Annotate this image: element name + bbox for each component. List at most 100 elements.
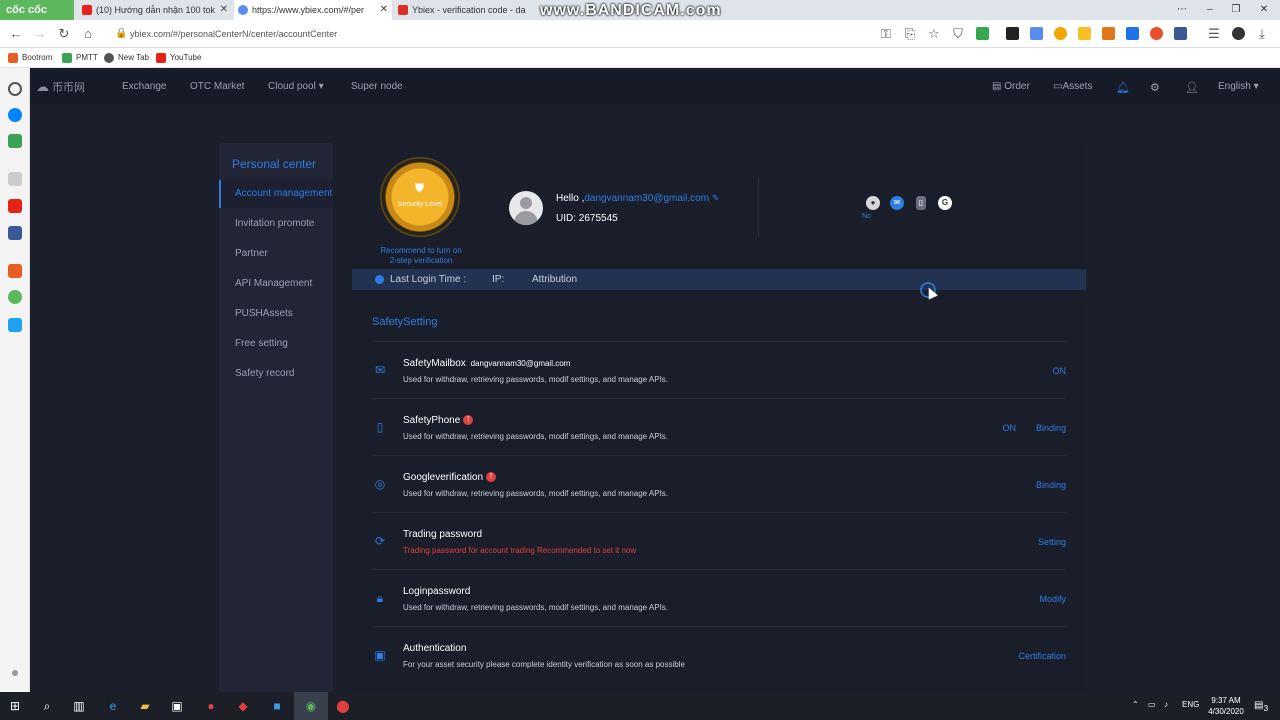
order-link[interactable]: ▤ Order	[992, 81, 1030, 92]
download-extension-icon[interactable]	[976, 27, 989, 40]
restore-icon[interactable]: ❐	[1222, 0, 1250, 20]
email-verify-icon[interactable]: ✉	[890, 196, 904, 210]
app-icon[interactable]: ■	[270, 699, 284, 713]
volume-icon[interactable]: ♪	[1164, 700, 1168, 709]
edit-icon[interactable]: ✎	[712, 193, 720, 203]
profile-card: ⛊ Security Level Recommend to turn on 2-…	[352, 143, 1086, 269]
game-icon[interactable]	[8, 134, 22, 148]
profile-icon[interactable]	[1232, 27, 1245, 40]
app-icon[interactable]: ●	[204, 699, 218, 713]
extension-icon[interactable]	[1006, 27, 1019, 40]
site-logo[interactable]: ☁ 币币网	[36, 79, 85, 95]
extension-icon[interactable]	[1078, 27, 1091, 40]
close-icon[interactable]: ✕	[220, 0, 228, 20]
forward-icon[interactable]: →	[32, 26, 48, 42]
windows-start-icon[interactable]: ⊞	[8, 699, 22, 713]
language-indicator[interactable]: ENG	[1182, 700, 1199, 709]
sidebar-item-account-management[interactable]: Account management	[219, 180, 333, 208]
coccoc-icon[interactable]	[8, 290, 22, 304]
nav-exchange[interactable]: Exchange	[122, 81, 166, 92]
bookmark-item[interactable]: Bootrom	[8, 51, 52, 65]
browser-tab[interactable]: Ybiex - verification code - da	[394, 0, 544, 20]
more-icon[interactable]	[12, 670, 18, 676]
minimize-icon[interactable]: –	[1196, 0, 1224, 20]
extension-icon[interactable]	[1150, 27, 1163, 40]
mailbox-on-toggle[interactable]: ON	[1053, 366, 1067, 376]
reload-icon[interactable]: ↻	[56, 26, 72, 42]
extension-icon[interactable]	[1054, 27, 1067, 40]
search-icon[interactable]: ⌕	[40, 699, 54, 713]
google-binding-button[interactable]: Binding	[1036, 480, 1066, 490]
task-view-icon[interactable]: ▥	[72, 699, 86, 713]
assets-link[interactable]: ▭Assets	[1053, 81, 1092, 92]
coccoc-taskbar-icon[interactable]: ◉	[304, 699, 318, 713]
user-uid: UID: 2675545	[556, 213, 618, 224]
close-icon[interactable]: ✕	[380, 0, 388, 20]
history-icon[interactable]	[8, 82, 22, 96]
app-icon[interactable]: ◆	[236, 699, 250, 713]
menu-icon[interactable]: ☰	[1206, 26, 1222, 42]
tray-chevron-icon[interactable]: ⌃	[1132, 700, 1139, 709]
network-icon[interactable]: ▭	[1148, 700, 1156, 709]
extension-icon[interactable]	[1126, 27, 1139, 40]
bell-icon[interactable]: 🔔︎	[1116, 81, 1130, 94]
language-select[interactable]: English ▾	[1218, 81, 1259, 92]
gear-icon[interactable]: ⚙	[1150, 81, 1160, 94]
user-icon[interactable]: 👤︎	[1185, 81, 1199, 94]
youtube-icon[interactable]	[8, 199, 22, 213]
clock[interactable]: 9:37 AM 4/30/2020	[1200, 695, 1252, 717]
notification-icon[interactable]: ▤3	[1254, 700, 1268, 713]
sidebar-item-partner[interactable]: Partner	[219, 240, 333, 268]
google-verify-icon[interactable]: G	[938, 196, 952, 210]
shopping-icon[interactable]	[8, 264, 22, 278]
row-title: SafetyMailbox dangvannam30@gmail.com	[403, 358, 570, 369]
phone-on-toggle[interactable]: ON	[1003, 423, 1017, 433]
file-explorer-icon[interactable]: ▰	[138, 699, 152, 713]
identity-verify-icon[interactable]: ●	[866, 196, 880, 210]
phone-verify-icon[interactable]: ▯	[916, 196, 926, 210]
warning-icon: !	[463, 415, 474, 426]
deal-icon[interactable]	[8, 318, 22, 332]
safety-title: SafetySetting	[372, 316, 438, 328]
bookmark-item[interactable]: PMTT	[62, 51, 98, 65]
browser-tab-active[interactable]: https://www.ybiex.com/#/per ✕	[234, 0, 392, 20]
back-icon[interactable]: ←	[8, 26, 24, 42]
bookmark-item[interactable]: YouTube	[156, 51, 201, 65]
download-icon[interactable]: ⤓	[1254, 26, 1270, 42]
security-recommendation[interactable]: Recommend to turn on 2-step verification	[376, 246, 466, 266]
key-icon[interactable]: ⚿	[878, 26, 894, 42]
url-field[interactable]: 🔒 ybiex.com/#/personalCenterN/center/acc…	[112, 25, 872, 43]
browser-logo[interactable]: cốc cốc	[0, 0, 74, 20]
extension-icon[interactable]	[1174, 27, 1187, 40]
nav-cloud-pool[interactable]: Cloud pool ▾	[268, 81, 324, 92]
phone-binding-button[interactable]: Binding	[1036, 423, 1066, 433]
sidebar-item-push-assets[interactable]: PUSHAssets	[219, 300, 333, 328]
login-password-modify-button[interactable]: Modify	[1039, 594, 1066, 604]
bandicam-icon[interactable]: ⬤	[336, 699, 350, 713]
sidebar-item-invitation-promote[interactable]: Invitation promote	[219, 210, 333, 238]
edge-icon[interactable]: e	[106, 699, 120, 713]
sidebar-item-free-setting[interactable]: Free setting	[219, 330, 333, 358]
messenger-icon[interactable]	[8, 108, 22, 122]
trading-password-setting-button[interactable]: Setting	[1038, 537, 1066, 547]
translate-icon[interactable]: ⎘	[902, 26, 918, 42]
camera-extension-icon[interactable]	[1030, 27, 1043, 40]
sidebar-item-safety-record[interactable]: Safety record	[219, 360, 333, 388]
facebook-icon[interactable]	[8, 226, 22, 240]
browser-tab[interactable]: (10) Hướng dẫn nhận 100 tok ✕	[78, 0, 232, 20]
nav-super-node[interactable]: Super node	[351, 81, 403, 92]
nav-otc-market[interactable]: OTC Market	[190, 81, 244, 92]
close-window-icon[interactable]: ✕	[1250, 0, 1278, 20]
star-icon[interactable]: ☆	[926, 26, 942, 42]
store-icon[interactable]: ▣	[170, 699, 184, 713]
home-icon[interactable]: ⌂	[80, 26, 96, 42]
bookmark-icon	[8, 53, 18, 63]
certification-button[interactable]: Certification	[1018, 651, 1066, 661]
sidebar-item-api-management[interactable]: API Management	[219, 270, 333, 298]
add-icon[interactable]	[8, 172, 22, 186]
greeting-text: Hello ,	[556, 193, 585, 204]
shield-icon[interactable]: ⛉	[950, 26, 966, 42]
account-icon[interactable]: ⋯	[1168, 0, 1196, 20]
bookmark-item[interactable]: New Tab	[104, 51, 149, 65]
metamask-icon[interactable]	[1102, 27, 1115, 40]
